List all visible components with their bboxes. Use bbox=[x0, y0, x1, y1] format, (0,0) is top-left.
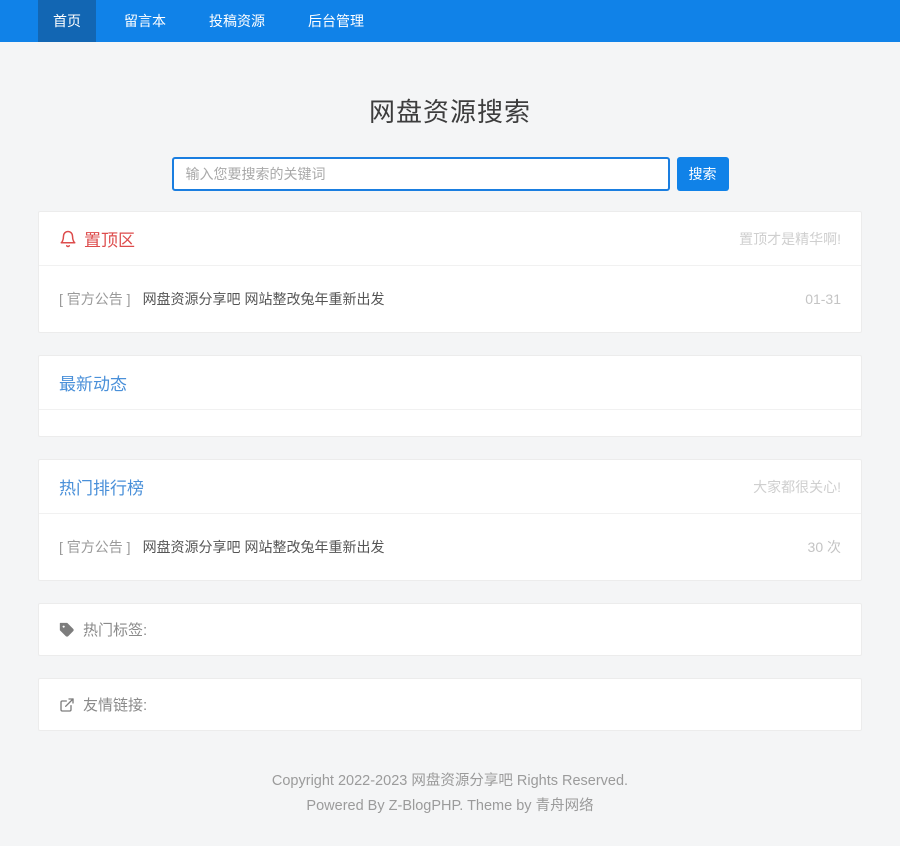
latest-section-card: 最新动态 bbox=[38, 355, 862, 437]
pinned-post-row: [ 官方公告 ] 网盘资源分享吧 网站整改兔年重新出发 01-31 bbox=[39, 266, 861, 332]
latest-title-group: 最新动态 bbox=[59, 370, 127, 395]
hot-section-meta: 大家都很关心! bbox=[753, 477, 841, 497]
pinned-section-card: 置顶区 置顶才是精华啊! [ 官方公告 ] 网盘资源分享吧 网站整改兔年重新出发… bbox=[38, 211, 862, 333]
pinned-section-meta: 置顶才是精华啊! bbox=[739, 229, 841, 249]
search-input[interactable] bbox=[172, 157, 670, 191]
post-date: 01-31 bbox=[805, 291, 841, 307]
hot-title-group: 热门排行榜 bbox=[59, 474, 144, 499]
search-bar: 搜索 bbox=[0, 157, 900, 191]
latest-empty-area bbox=[39, 410, 861, 436]
pinned-section-title: 置顶区 bbox=[84, 226, 135, 251]
post-title-link[interactable]: 网盘资源分享吧 网站整改兔年重新出发 bbox=[143, 289, 794, 309]
tag-icon bbox=[59, 622, 75, 638]
post-title-link[interactable]: 网盘资源分享吧 网站整改兔年重新出发 bbox=[143, 537, 796, 557]
hot-header: 热门排行榜 大家都很关心! bbox=[39, 460, 861, 514]
page-footer: Copyright 2022-2023 网盘资源分享吧 Rights Reser… bbox=[0, 753, 900, 846]
hero-section: 网盘资源搜索 搜索 bbox=[0, 42, 900, 191]
post-category-link[interactable]: [ 官方公告 ] bbox=[59, 537, 131, 557]
bell-icon bbox=[59, 230, 77, 248]
powered-by-line: Powered By Z-BlogPHP. Theme by 青舟网络 bbox=[0, 794, 900, 819]
nav-item-home[interactable]: 首页 bbox=[38, 0, 96, 42]
friend-links-label: 友情链接: bbox=[83, 694, 147, 715]
hot-tags-label: 热门标签: bbox=[83, 619, 147, 640]
hot-section-title: 热门排行榜 bbox=[59, 474, 144, 499]
pinned-header: 置顶区 置顶才是精华啊! bbox=[39, 212, 861, 266]
friend-links-card: 友情链接: bbox=[38, 678, 862, 731]
top-navbar: 首页 留言本 投稿资源 后台管理 bbox=[0, 0, 900, 42]
copyright-line: Copyright 2022-2023 网盘资源分享吧 Rights Reser… bbox=[0, 769, 900, 794]
hot-tags-card: 热门标签: bbox=[38, 603, 862, 656]
hot-section-card: 热门排行榜 大家都很关心! [ 官方公告 ] 网盘资源分享吧 网站整改兔年重新出… bbox=[38, 459, 862, 581]
page-title: 网盘资源搜索 bbox=[0, 92, 900, 129]
post-view-count: 30 次 bbox=[808, 537, 841, 557]
nav-item-guestbook[interactable]: 留言本 bbox=[109, 0, 181, 42]
nav-item-admin[interactable]: 后台管理 bbox=[293, 0, 379, 42]
post-category-link[interactable]: [ 官方公告 ] bbox=[59, 289, 131, 309]
nav-item-submit-resource[interactable]: 投稿资源 bbox=[194, 0, 280, 42]
pinned-title-group: 置顶区 bbox=[59, 226, 135, 251]
hot-post-row: [ 官方公告 ] 网盘资源分享吧 网站整改兔年重新出发 30 次 bbox=[39, 514, 861, 580]
external-link-icon bbox=[59, 697, 75, 713]
search-button[interactable]: 搜索 bbox=[677, 157, 729, 191]
latest-header: 最新动态 bbox=[39, 356, 861, 410]
latest-section-title: 最新动态 bbox=[59, 370, 127, 395]
